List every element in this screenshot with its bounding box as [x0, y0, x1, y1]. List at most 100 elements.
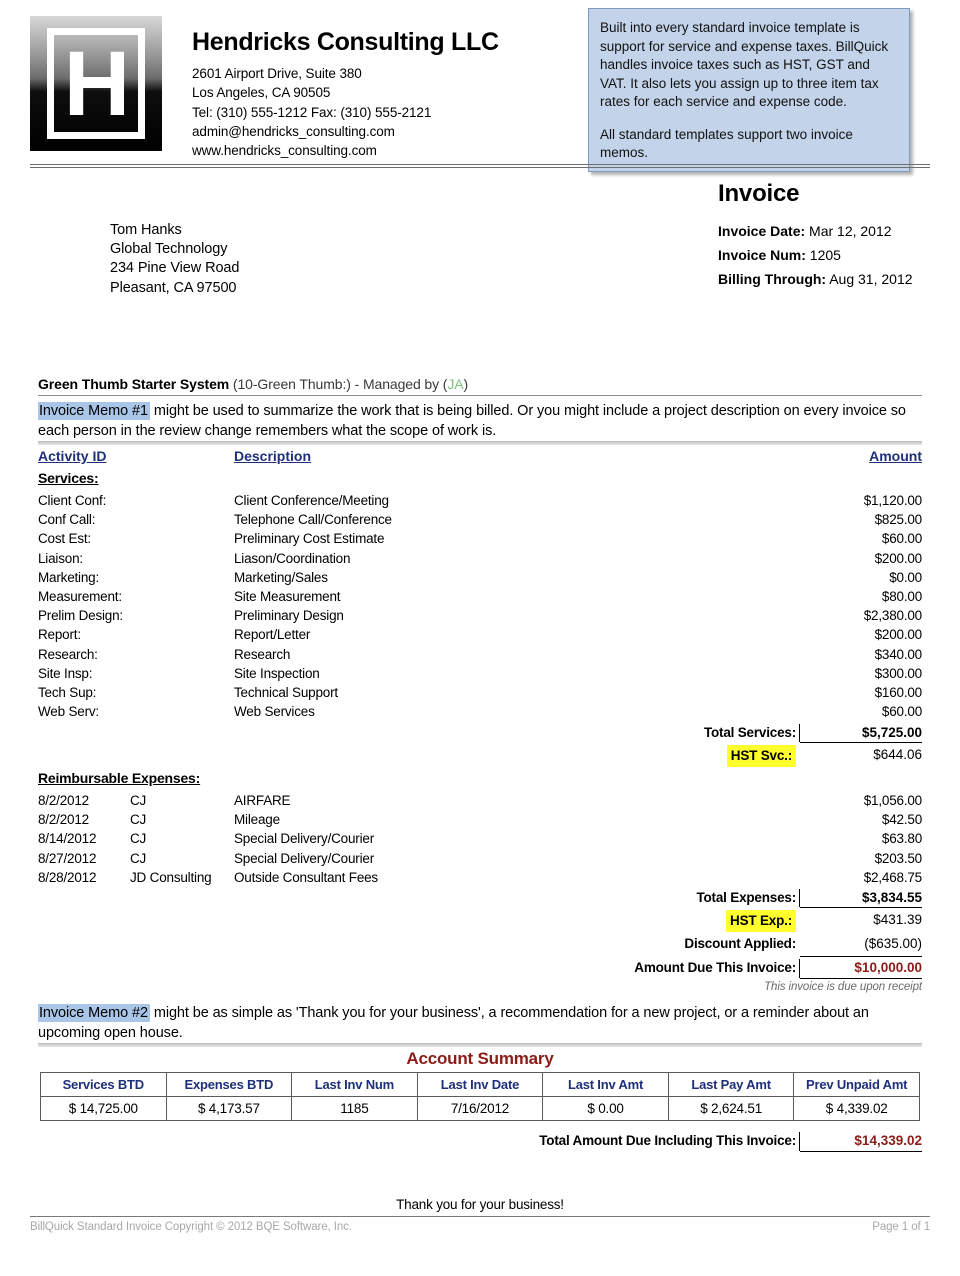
grand-total-underline	[800, 1151, 922, 1152]
header-divider	[30, 164, 930, 168]
service-amount: $340.00	[874, 646, 923, 662]
company-name: Hendricks Consulting LLC	[192, 28, 499, 56]
invoice-num-row: Invoice Num: 1205	[718, 243, 913, 267]
expense-date: 8/2/2012	[38, 812, 89, 828]
total-services-value: $5,725.00	[861, 725, 922, 740]
expense-employee: CJ	[130, 793, 147, 808]
account-summary-title: Account Summary	[406, 1049, 554, 1068]
service-activity-id: Liaison:	[38, 550, 83, 566]
account-summary-column-header: Last Inv Date	[416, 1072, 544, 1097]
service-description: Preliminary Design	[234, 608, 344, 624]
expense-date: 8/27/2012	[38, 850, 97, 866]
service-activity-id: Client Conf:	[38, 493, 107, 508]
memo-2-text: might be as simple as 'Thank you for you…	[38, 1005, 869, 1041]
total-services-label: Total Services:	[703, 725, 796, 740]
table-row: Marketing: Marketing/Sales $0.00	[38, 568, 922, 587]
expense-description: Special Delivery/Courier	[234, 850, 375, 866]
discount-row: Discount Applied: ($635.00)	[38, 934, 922, 954]
expense-employee: CJ	[130, 831, 147, 847]
account-summary-column-header: Expenses BTD	[165, 1072, 293, 1097]
company-logo: H	[30, 16, 162, 151]
account-summary-value-row: $ 14,725.00 $ 4,173.57 1185 7/16/2012 $ 0.00…	[40, 1096, 920, 1121]
total-services-tick	[799, 724, 800, 742]
memo-1-text: might be used to summarize the work that…	[38, 403, 906, 439]
expenses-section-label: Reimbursable Expenses:	[38, 770, 201, 786]
total-expenses-value: $3,834.55	[861, 890, 922, 905]
company-info: Hendricks Consulting LLC 2601 Airport Dr…	[192, 16, 499, 160]
expense-description: Mileage	[234, 812, 280, 828]
table-row: Cost Est: Preliminary Cost Estimate $60.00	[38, 529, 922, 548]
table-row: Client Conf: Client Conference/Meeting $1,…	[38, 491, 922, 510]
total-expenses-tick	[799, 889, 800, 907]
table-row: Site Insp: Site Inspection $300.00	[38, 664, 922, 683]
service-amount: $300.00	[874, 665, 923, 681]
account-summary-cell: $ 4,339.02	[793, 1096, 920, 1121]
services-section-label: Services:	[38, 470, 99, 486]
bill-to-citystate: Pleasant, CA 97500	[110, 279, 237, 296]
callout-paragraph-2: All standard templates support two invoi…	[600, 126, 853, 161]
hst-expense-row: HST Exp.: $431.39	[38, 910, 922, 932]
expense-date: 8/2/2012	[38, 793, 89, 808]
table-row: 8/27/2012 CJ Special Delivery/Courier $203.…	[38, 849, 922, 868]
service-amount: $160.00	[874, 684, 923, 700]
account-summary-cell: $ 2,624.51	[667, 1096, 795, 1121]
service-amount: $80.00	[881, 588, 922, 604]
discount-value: ($635.00)	[864, 936, 922, 951]
thank-you-message: Thank you for your business!	[396, 1197, 564, 1212]
grand-total-tick	[799, 1132, 800, 1151]
memo-2-highlight: Invoice Memo #2	[38, 1004, 150, 1022]
table-row: 8/28/2012 JD Consulting Outside Consultant…	[38, 868, 922, 887]
page-title: Invoice	[718, 180, 800, 207]
invoice-memo-1: Invoice Memo #1 might be used to summari…	[38, 401, 922, 441]
total-services-underline	[800, 742, 922, 743]
invoice-page: H Hendricks Consulting LLC 2601 Airport …	[0, 0, 960, 1276]
expense-amount: $63.80	[881, 831, 922, 847]
account-summary-table: Services BTD Expenses BTD Last Inv Num Last…	[40, 1072, 920, 1121]
grand-total-row: Total Amount Due Including This Invoice:…	[38, 1131, 922, 1151]
project-id: (10-Green Thumb:)	[232, 376, 351, 392]
billing-through-row: Billing Through: Aug 31, 2012	[718, 267, 913, 291]
discount-label: Discount Applied:	[684, 936, 796, 951]
table-row: Research: Research $340.00	[38, 645, 922, 664]
expense-amount: $203.50	[874, 850, 923, 866]
callout-paragraph-1: Built into every standard invoice templa…	[600, 20, 889, 109]
account-summary-column-header: Last Inv Amt	[542, 1072, 669, 1097]
hst-expense-value: $431.39	[873, 912, 922, 927]
total-expenses-underline	[800, 907, 922, 908]
account-summary-cell: 7/16/2012	[416, 1096, 544, 1121]
total-services-row: Total Services: $5,725.00	[38, 723, 922, 743]
service-activity-id: Research:	[38, 646, 98, 662]
service-activity-id: Site Insp:	[38, 665, 93, 681]
bill-to-block: Tom Hanks Global Technology 234 Pine Vie…	[110, 221, 239, 298]
service-description: Web Services	[234, 704, 315, 720]
invoice-date-row: Invoice Date: Mar 12, 2012	[718, 219, 913, 243]
amount-due-label: Amount Due This Invoice:	[634, 960, 796, 975]
account-summary-cell: $ 14,725.00	[40, 1096, 167, 1121]
bill-to-name: Tom Hanks	[110, 222, 182, 238]
account-summary-cell: 1185	[291, 1096, 418, 1121]
service-activity-id: Prelim Design:	[38, 608, 123, 624]
company-address-2: Los Angeles, CA 90505	[192, 85, 331, 101]
table-row: Tech Sup: Technical Support $160.00	[38, 683, 922, 702]
billing-through-value: Aug 31, 2012	[829, 271, 913, 287]
column-header-amount: Amount	[869, 448, 922, 464]
memo-2-shadow	[38, 1043, 922, 1047]
footer-copyright: BillQuick Standard Invoice Copyright © 2…	[30, 1221, 352, 1233]
account-summary-column-header: Prev Unpaid Amt	[793, 1072, 920, 1097]
footer-page-number: Page 1 of 1	[872, 1221, 930, 1233]
service-activity-id: Web Serv:	[38, 704, 99, 720]
service-activity-id: Measurement:	[38, 588, 122, 604]
expense-employee: CJ	[130, 850, 147, 866]
expense-amount: $1,056.00	[863, 793, 922, 808]
hst-service-value: $644.06	[873, 747, 922, 762]
amount-due-value: $10,000.00	[854, 960, 922, 975]
column-header-activity-id: Activity ID	[38, 448, 107, 464]
total-expenses-label: Total Expenses:	[696, 890, 796, 905]
service-description: Report/Letter	[234, 627, 311, 643]
service-activity-id: Cost Est:	[38, 531, 91, 547]
service-activity-id: Report:	[38, 627, 81, 643]
footer-divider	[30, 1216, 930, 1217]
invoice-num-label: Invoice Num:	[718, 247, 806, 263]
table-row: Report: Report/Letter $200.00	[38, 625, 922, 644]
billing-through-label: Billing Through:	[718, 271, 827, 287]
